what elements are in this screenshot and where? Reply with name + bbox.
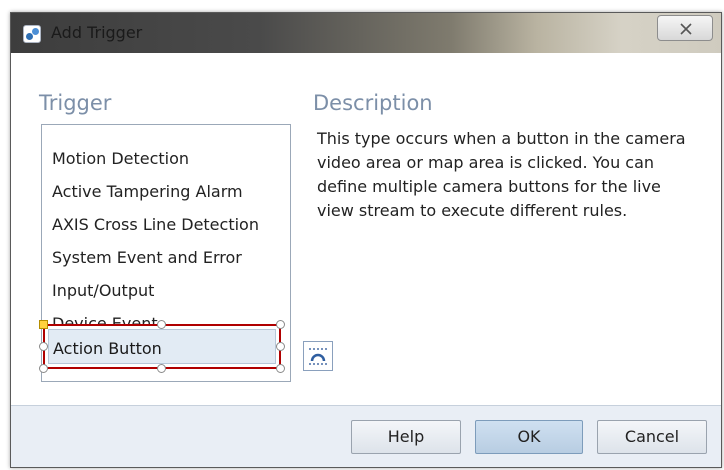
list-item-motion-detection[interactable]: Motion Detection [52, 149, 189, 168]
layout-options-button[interactable] [303, 341, 333, 371]
trigger-heading: Trigger [39, 91, 112, 115]
add-trigger-dialog: Add Trigger Trigger Description Motion D… [10, 12, 722, 468]
dialog-body: Trigger Description Motion Detection Act… [11, 53, 721, 405]
cancel-button[interactable]: Cancel [597, 420, 707, 454]
help-button[interactable]: Help [351, 420, 461, 454]
dialog-footer: Help OK Cancel [11, 405, 721, 467]
resize-handle-bottom[interactable] [157, 364, 166, 373]
selected-item-label: Action Button [53, 339, 162, 358]
list-item-axis-cross-line-detection[interactable]: AXIS Cross Line Detection [52, 215, 259, 234]
description-heading: Description [313, 91, 433, 115]
resize-handle-bottom-right[interactable] [276, 364, 285, 373]
list-item-system-event-and-error[interactable]: System Event and Error [52, 248, 242, 267]
resize-handle-bottom-left[interactable] [39, 364, 48, 373]
resize-handle-top-right[interactable] [276, 320, 285, 329]
layout-options-icon [309, 348, 327, 365]
resize-handle-left[interactable] [39, 342, 48, 351]
resize-handle-right[interactable] [276, 342, 285, 351]
list-item-active-tampering-alarm[interactable]: Active Tampering Alarm [52, 182, 243, 201]
close-icon [680, 23, 692, 35]
window-title: Add Trigger [51, 23, 143, 42]
resize-handle-top-left[interactable] [39, 320, 48, 329]
resize-handle-top[interactable] [157, 320, 166, 329]
app-camera-icon [23, 25, 41, 43]
close-button[interactable] [657, 15, 713, 41]
list-item-action-button[interactable]: Action Button [43, 324, 281, 369]
list-item-input-output[interactable]: Input/Output [52, 281, 154, 300]
ok-button[interactable]: OK [475, 420, 583, 454]
title-bar[interactable]: Add Trigger [11, 13, 721, 53]
description-text: This type occurs when a button in the ca… [317, 129, 686, 220]
